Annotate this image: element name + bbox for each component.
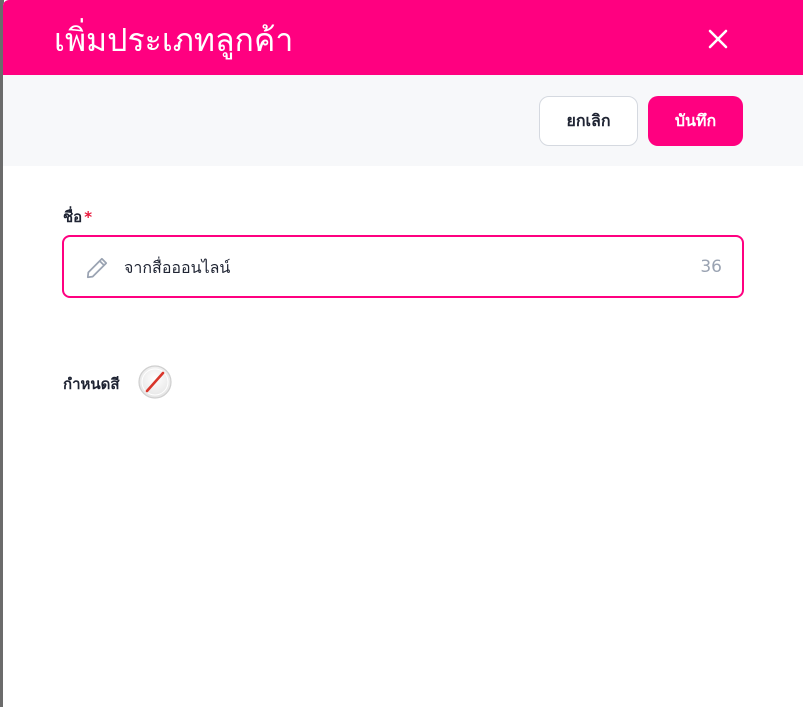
add-customer-type-modal: เพิ่มประเภทลูกค้า ยกเลิก บันทึก ชื่อ* 36… <box>3 0 803 707</box>
color-label: กำหนดสี <box>63 375 120 393</box>
required-mark: * <box>84 208 93 226</box>
char-count: 36 <box>700 257 722 277</box>
modal-header: เพิ่มประเภทลูกค้า <box>3 0 803 75</box>
no-color-swatch-icon[interactable] <box>137 364 173 400</box>
close-button[interactable] <box>701 22 735 56</box>
name-field-label: ชื่อ * <box>63 205 92 229</box>
cancel-button[interactable]: ยกเลิก <box>539 96 638 146</box>
pencil-icon <box>86 257 108 279</box>
modal-toolbar: ยกเลิก บันทึก <box>3 75 803 166</box>
name-input[interactable] <box>124 254 644 282</box>
name-field[interactable]: 36 <box>62 235 744 298</box>
name-label-text: ชื่อ <box>63 208 83 226</box>
modal-title: เพิ่มประเภทลูกค้า <box>54 21 294 59</box>
close-icon <box>708 29 728 49</box>
save-button[interactable]: บันทึก <box>648 96 743 146</box>
